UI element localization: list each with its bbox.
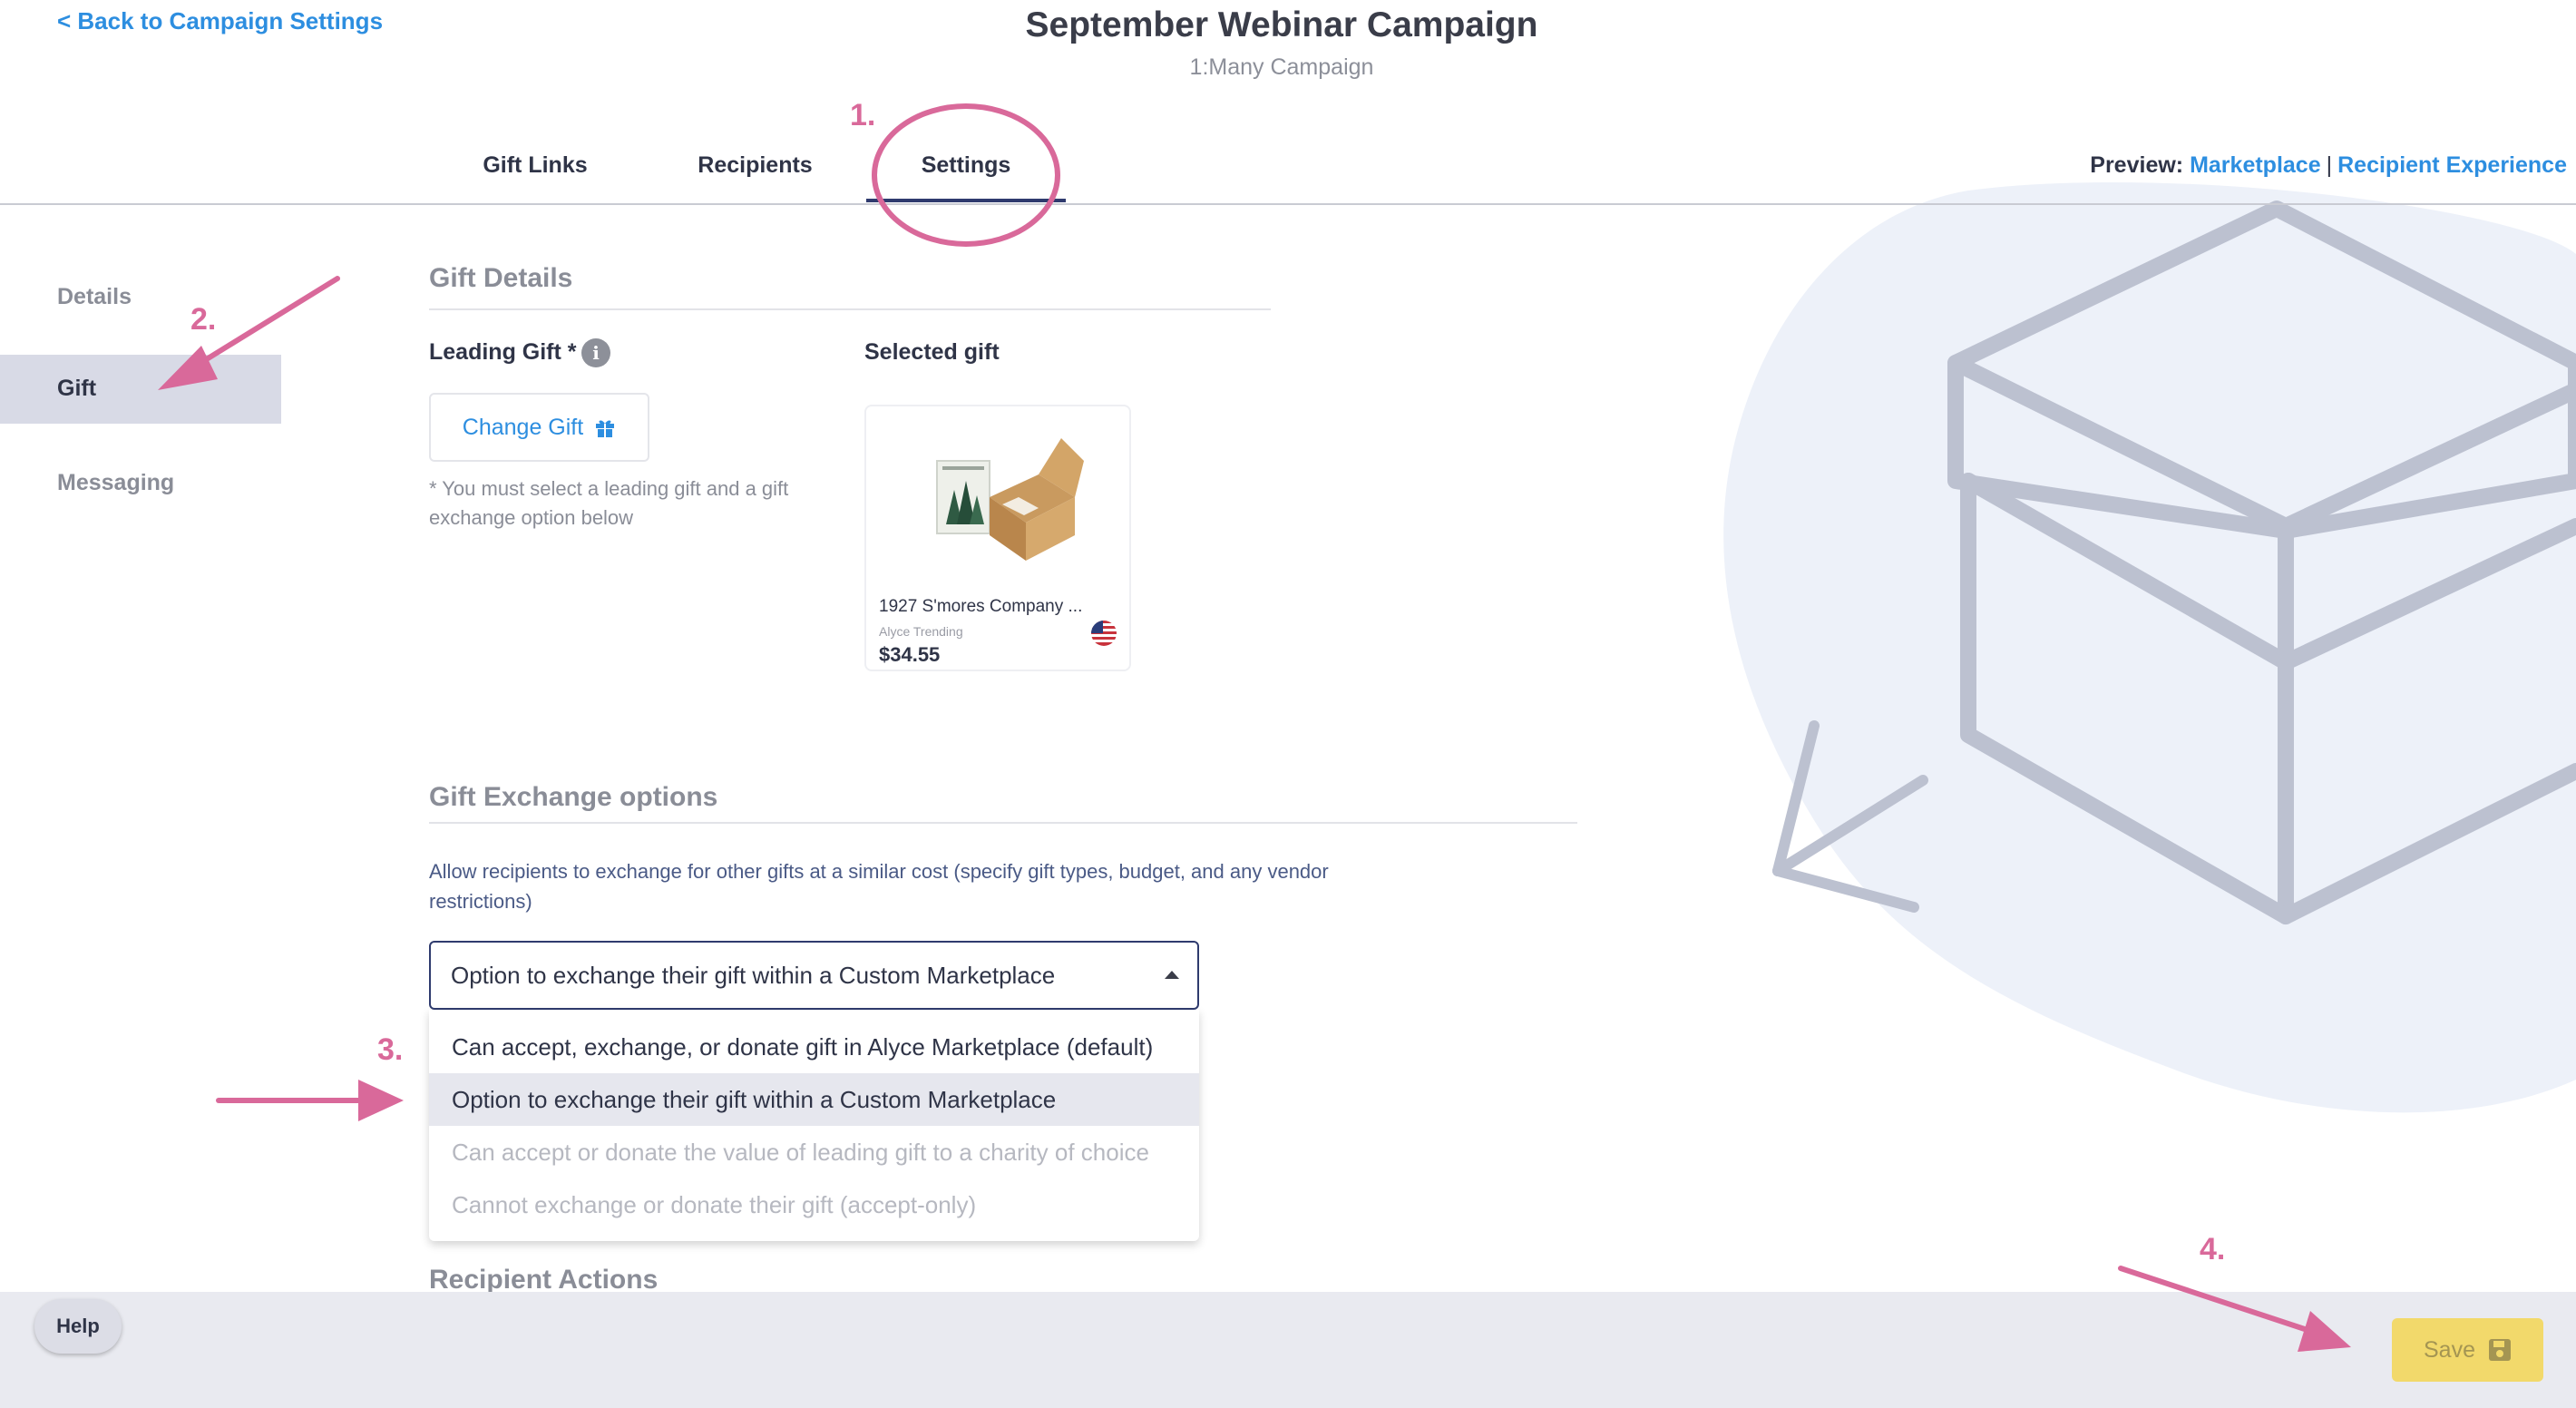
footer-bar xyxy=(0,1292,2576,1408)
sidebar-item-details[interactable]: Details xyxy=(57,284,132,310)
preview-recipient-experience-link[interactable]: Recipient Experience xyxy=(2337,152,2567,178)
preview-links: Preview: Marketplace | Recipient Experienc… xyxy=(2090,152,2567,179)
change-gift-button[interactable]: Change Gift xyxy=(429,393,649,462)
save-label: Save xyxy=(2424,1336,2475,1363)
change-gift-label: Change Gift xyxy=(462,414,584,440)
gift-exchange-selected-value: Option to exchange their gift within a C… xyxy=(451,962,1056,989)
info-icon[interactable]: i xyxy=(581,338,610,367)
gift-box-illustration xyxy=(1723,181,2576,1113)
preview-separator: | xyxy=(2326,152,2333,178)
dropdown-option-custom-marketplace[interactable]: Option to exchange their gift within a C… xyxy=(429,1073,1199,1126)
arrow-to-dropdown-option xyxy=(216,1080,404,1121)
dropdown-option-accept-only: Cannot exchange or donate their gift (ac… xyxy=(452,1191,977,1218)
tab-gift-links[interactable]: Gift Links xyxy=(458,152,612,179)
sidebar-item-gift[interactable]: Gift xyxy=(57,376,96,402)
step-4-label: 4. xyxy=(2200,1232,2226,1266)
recipient-actions-heading: Recipient Actions xyxy=(429,1265,659,1295)
active-tab-indicator xyxy=(866,199,1066,202)
selected-gift-card[interactable]: 1927 S'mores Company ... Alyce Trending … xyxy=(864,405,1131,671)
caret-up-icon xyxy=(1165,971,1179,979)
gift-product-image xyxy=(936,438,1084,561)
page-title: September Webinar Campaign xyxy=(1025,5,1538,44)
sidebar-item-gift-highlight xyxy=(0,355,281,424)
tab-recipients[interactable]: Recipients xyxy=(671,152,839,179)
gift-exchange-dropdown-menu: Can accept, exchange, or donate gift in … xyxy=(429,1010,1199,1241)
help-button[interactable]: Help xyxy=(34,1299,122,1354)
gift-requirement-note: * You must select a leading gift and a g… xyxy=(429,477,789,529)
background-blob xyxy=(1723,181,2576,1113)
page-subtitle: 1:Many Campaign xyxy=(1189,54,1374,80)
gift-name: 1927 S'mores Company ... xyxy=(879,597,1083,616)
header-divider xyxy=(0,203,2576,205)
preview-label: Preview: xyxy=(2090,152,2184,178)
selected-gift-label: Selected gift xyxy=(864,339,1000,365)
gift-details-heading: Gift Details xyxy=(429,263,573,293)
section-divider xyxy=(429,308,1271,310)
save-button[interactable]: Save xyxy=(2392,1318,2543,1382)
us-flag-icon xyxy=(1091,621,1117,646)
gift-price: $34.55 xyxy=(879,643,941,666)
sidebar-item-messaging[interactable]: Messaging xyxy=(57,470,174,496)
gift-exchange-description: Allow recipients to exchange for other g… xyxy=(429,860,1329,913)
section-divider xyxy=(429,822,1577,824)
dropdown-option-charity: Can accept or donate the value of leadin… xyxy=(452,1139,1149,1166)
step-2-label: 2. xyxy=(190,302,217,337)
floppy-disk-icon xyxy=(2488,1339,2511,1361)
leading-gift-label: Leading Gift * xyxy=(429,339,577,365)
preview-marketplace-link[interactable]: Marketplace xyxy=(2190,152,2321,178)
dropdown-option-alyce-marketplace[interactable]: Can accept, exchange, or donate gift in … xyxy=(429,1021,1199,1073)
step-1-label: 1. xyxy=(850,98,876,132)
gift-exchange-heading: Gift Exchange options xyxy=(429,782,718,812)
gift-exchange-select[interactable]: Option to exchange their gift within a C… xyxy=(429,941,1199,1010)
tab-settings[interactable]: Settings xyxy=(866,152,1066,179)
gift-brand: Alyce Trending xyxy=(879,624,963,639)
gift-icon xyxy=(596,420,615,437)
step-3-label: 3. xyxy=(377,1032,404,1067)
